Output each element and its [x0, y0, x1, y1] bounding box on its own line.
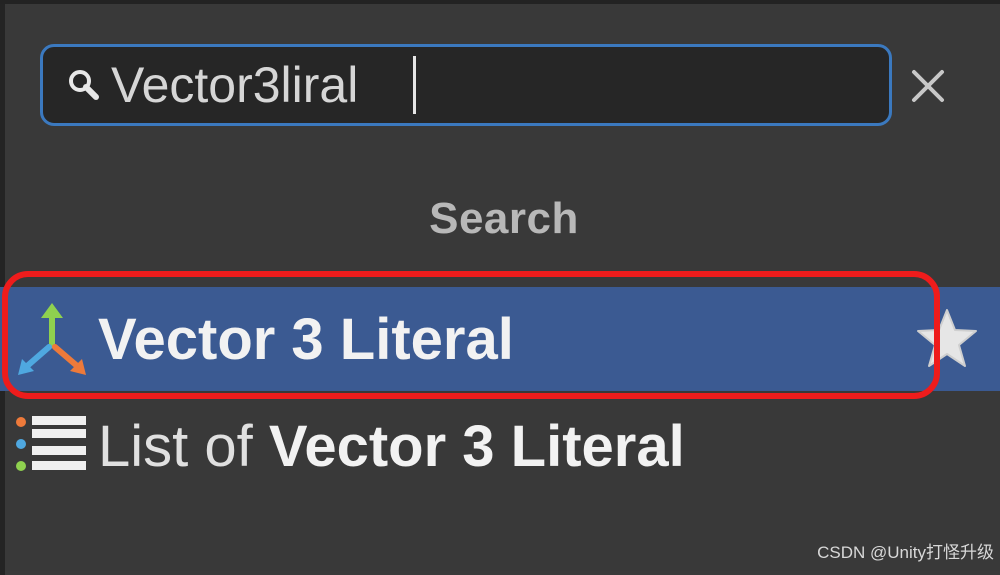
result-label: List of Vector 3 Literal — [98, 413, 685, 480]
result-label-prefix: List of — [98, 413, 269, 479]
search-icon — [65, 65, 105, 105]
watermark: CSDN @Unity打怪升级 — [817, 543, 994, 562]
node-search-panel: Search Vector 3 Literal — [0, 0, 1000, 575]
result-item-vector3-literal[interactable]: Vector 3 Literal — [0, 287, 1000, 391]
result-label: Vector 3 Literal — [98, 306, 514, 372]
search-box[interactable] — [40, 44, 892, 126]
result-label-main: Vector 3 Literal — [268, 413, 685, 479]
star-icon[interactable] — [914, 306, 980, 372]
search-input[interactable] — [111, 55, 411, 115]
text-caret — [413, 56, 416, 114]
close-icon[interactable] — [904, 62, 954, 112]
section-title: Search — [429, 194, 579, 243]
list-icon — [12, 406, 92, 486]
vector3-axes-icon — [12, 299, 92, 379]
result-item-list-of-vector3-literal[interactable]: List of Vector 3 Literal — [0, 394, 1000, 498]
